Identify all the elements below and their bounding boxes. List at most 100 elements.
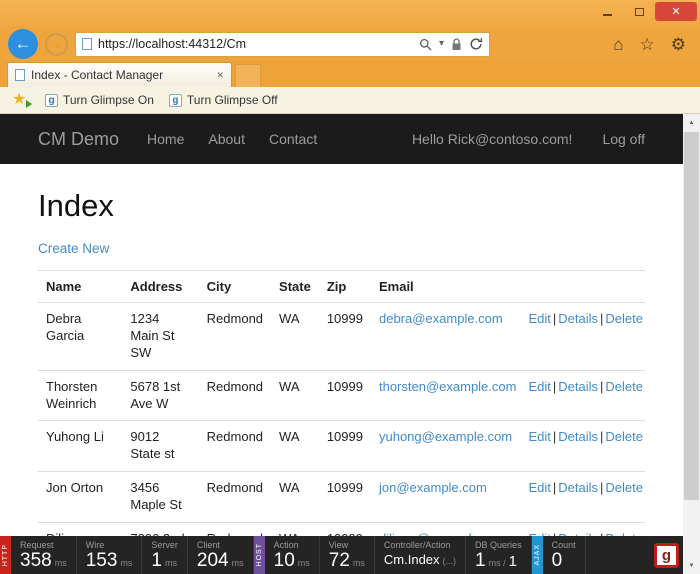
- edit-link[interactable]: Edit: [528, 480, 550, 495]
- logoff-link[interactable]: Log off: [602, 131, 645, 147]
- glimpse-metric-client[interactable]: Client 204ms: [188, 536, 254, 574]
- glimpse-host-tag[interactable]: HOST: [254, 536, 265, 574]
- glimpse-metric-controller-action[interactable]: Controller/Action Cm.Index(...): [375, 536, 466, 574]
- separator: |: [600, 480, 603, 495]
- header-name: Name: [38, 271, 122, 303]
- cell-state: WA: [271, 370, 319, 421]
- table-row: Jon Orton 3456 Maple St Redmond WA 10999…: [38, 472, 645, 523]
- lock-icon: [451, 38, 462, 51]
- browser-tab[interactable]: Index - Contact Manager ✕: [7, 62, 232, 87]
- titlebar: ✕: [0, 0, 700, 27]
- separator: |: [553, 311, 556, 326]
- maximize-icon: [635, 8, 644, 16]
- favorite-turn-glimpse-on[interactable]: g Turn Glimpse On: [45, 93, 154, 107]
- cell-city: Redmond: [199, 472, 271, 523]
- url-text[interactable]: https://localhost:44312/Cm: [98, 37, 413, 51]
- glimpse-metric-wire[interactable]: Wire 153ms: [77, 536, 143, 574]
- details-link[interactable]: Details: [558, 311, 598, 326]
- table-header-row: Name Address City State Zip Email: [38, 271, 645, 303]
- separator: |: [600, 429, 603, 444]
- glimpse-logo[interactable]: g: [654, 543, 679, 568]
- details-link[interactable]: Details: [558, 379, 598, 394]
- create-new-link[interactable]: Create New: [38, 241, 109, 256]
- favorite-turn-glimpse-off[interactable]: g Turn Glimpse Off: [169, 93, 278, 107]
- email-link[interactable]: jon@example.com: [379, 480, 487, 495]
- delete-link[interactable]: Delete: [605, 480, 643, 495]
- tab-title: Index - Contact Manager: [31, 68, 210, 82]
- cell-zip: 10999: [319, 370, 371, 421]
- glimpse-metric-db-queries[interactable]: DB Queries 1ms /1: [466, 536, 532, 574]
- glimpse-metric-request[interactable]: Request 358ms: [11, 536, 77, 574]
- edit-link[interactable]: Edit: [528, 379, 550, 394]
- email-link[interactable]: thorsten@example.com: [379, 379, 516, 394]
- glimpse-metric-count[interactable]: Count 0: [543, 536, 586, 574]
- header-actions: [524, 271, 645, 303]
- web-page: CM Demo Home About Contact Hello Rick@co…: [0, 114, 683, 574]
- address-bar[interactable]: https://localhost:44312/Cm ▾: [75, 32, 490, 57]
- email-link[interactable]: debra@example.com: [379, 311, 503, 326]
- glimpse-favicon: g: [45, 94, 58, 107]
- favorites-bar: ★ g Turn Glimpse On g Turn Glimpse Off: [0, 87, 700, 114]
- cell-name: Debra Garcia: [38, 303, 122, 371]
- glimpse-favicon: g: [169, 94, 182, 107]
- close-button[interactable]: ✕: [655, 2, 697, 21]
- glimpse-hud[interactable]: HTTP Request 358ms Wire 153ms Server 1ms…: [0, 536, 683, 574]
- nav-about[interactable]: About: [208, 131, 245, 147]
- separator: |: [600, 379, 603, 394]
- gear-icon[interactable]: ⚙: [671, 36, 686, 53]
- tab-page-icon: [15, 69, 25, 81]
- vertical-scrollbar[interactable]: ▲ ▼: [683, 114, 700, 574]
- tab-strip: Index - Contact Manager ✕: [0, 61, 700, 87]
- page-title: Index: [38, 188, 645, 224]
- home-icon[interactable]: ⌂: [613, 36, 623, 53]
- chevron-down-icon[interactable]: ▾: [439, 39, 444, 49]
- maximize-button[interactable]: [623, 2, 655, 21]
- delete-link[interactable]: Delete: [605, 379, 643, 394]
- brand-link[interactable]: CM Demo: [38, 129, 119, 150]
- favorite-label: Turn Glimpse On: [63, 93, 154, 107]
- table-row: Debra Garcia 1234 Main St SW Redmond WA …: [38, 303, 645, 371]
- header-address: Address: [122, 271, 198, 303]
- glimpse-metric-server[interactable]: Server 1ms: [142, 536, 188, 574]
- scroll-up-icon[interactable]: ▲: [683, 114, 700, 131]
- glimpse-http-tag[interactable]: HTTP: [0, 536, 11, 574]
- header-email: Email: [371, 271, 524, 303]
- edit-link[interactable]: Edit: [528, 311, 550, 326]
- address-bar-icons: ▾: [419, 37, 483, 51]
- add-favorite-icon[interactable]: ★: [12, 91, 30, 109]
- cell-city: Redmond: [199, 421, 271, 472]
- delete-link[interactable]: Delete: [605, 311, 643, 326]
- cell-name: Yuhong Li: [38, 421, 122, 472]
- nav-home[interactable]: Home: [147, 131, 184, 147]
- delete-link[interactable]: Delete: [605, 429, 643, 444]
- email-link[interactable]: yuhong@example.com: [379, 429, 512, 444]
- glimpse-ajax-tag[interactable]: AJAX: [532, 536, 543, 574]
- new-tab-button[interactable]: [235, 64, 261, 87]
- refresh-icon[interactable]: [469, 37, 483, 51]
- edit-link[interactable]: Edit: [528, 429, 550, 444]
- favorite-label: Turn Glimpse Off: [187, 93, 278, 107]
- glimpse-metric-view[interactable]: View 72ms: [320, 536, 375, 574]
- tab-close-icon[interactable]: ✕: [216, 70, 224, 81]
- separator: |: [553, 379, 556, 394]
- favorites-star-icon[interactable]: ☆: [640, 36, 655, 53]
- details-link[interactable]: Details: [558, 480, 598, 495]
- search-icon[interactable]: [419, 38, 432, 51]
- back-button[interactable]: ←: [8, 29, 38, 59]
- nav-contact[interactable]: Contact: [269, 131, 317, 147]
- scrollbar-thumb[interactable]: [684, 132, 699, 500]
- details-link[interactable]: Details: [558, 429, 598, 444]
- minimize-button[interactable]: [591, 2, 623, 21]
- cell-address: 5678 1st Ave W: [122, 370, 198, 421]
- scroll-down-icon[interactable]: ▼: [683, 557, 700, 574]
- separator: |: [600, 311, 603, 326]
- separator: |: [553, 429, 556, 444]
- header-city: City: [199, 271, 271, 303]
- account-link[interactable]: Hello Rick@contoso.com!: [412, 131, 573, 147]
- contacts-table: Name Address City State Zip Email Debra …: [38, 270, 645, 574]
- cell-state: WA: [271, 421, 319, 472]
- minimize-icon: [603, 14, 612, 16]
- glimpse-metric-action[interactable]: Action 10ms: [265, 536, 320, 574]
- table-row: Thorsten Weinrich 5678 1st Ave W Redmond…: [38, 370, 645, 421]
- forward-button[interactable]: →: [45, 33, 68, 56]
